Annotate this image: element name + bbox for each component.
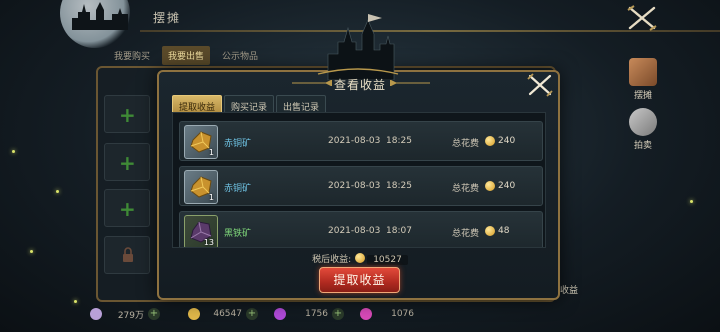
list-item[interactable]: 1 赤铜矿 2021-08-03 18:25 总花费 240 xyxy=(179,166,543,206)
earnings-side-label[interactable]: 收益 xyxy=(560,283,578,296)
tax-label: 税后收益: xyxy=(312,255,352,265)
currency-value: 1756 xyxy=(305,309,328,319)
tab-public-items[interactable]: 公示物品 xyxy=(216,46,264,65)
auction-icon xyxy=(629,108,657,136)
item-timestamp: 2021-08-03 18:25 xyxy=(328,136,412,146)
add-slot-button[interactable]: + xyxy=(104,189,150,227)
plus-icon: + xyxy=(119,197,136,221)
add-currency-button[interactable]: + xyxy=(148,308,160,320)
gold-coin-icon xyxy=(485,181,495,191)
add-slot-button[interactable]: + xyxy=(104,95,150,133)
dialog-close-icon[interactable] xyxy=(526,72,554,98)
earnings-list[interactable]: 1 赤铜矿 2021-08-03 18:25 总花费 240 1 赤铜矿 202… xyxy=(172,112,546,248)
currency-value: 46547 xyxy=(213,309,242,319)
diamond-icon xyxy=(90,308,102,320)
withdraw-earnings-button[interactable]: 提取收益 xyxy=(319,267,400,293)
currency-value: 279万 xyxy=(117,310,144,321)
add-slot-button[interactable]: + xyxy=(104,143,150,181)
item-name: 黑铁矿 xyxy=(224,229,252,239)
item-count: 13 xyxy=(203,238,214,247)
item-slot[interactable]: 13 xyxy=(184,215,218,247)
item-name: 赤铜矿 xyxy=(224,184,252,194)
plus-icon: + xyxy=(119,151,136,175)
after-tax-earnings: 税后收益: 10527 xyxy=(0,252,720,265)
gold-coin-icon xyxy=(485,226,495,236)
auction-button[interactable]: 拍卖 xyxy=(622,108,664,151)
sub-tab-bar: 我要购买 我要出售 公示物品 xyxy=(108,46,264,65)
cost-label: 总花费 xyxy=(452,139,480,149)
firefly-decoration xyxy=(12,150,15,153)
title-ornament-icon xyxy=(390,80,430,86)
gold-coin-icon xyxy=(355,253,366,263)
cost-value: 48 xyxy=(498,226,510,236)
item-count: 1 xyxy=(208,148,214,157)
purple-gem-icon xyxy=(274,308,286,320)
cost-value: 240 xyxy=(498,136,516,146)
cost-label: 总花费 xyxy=(452,229,480,239)
plus-icon: + xyxy=(119,103,136,127)
page-title: 摆摊 xyxy=(153,11,182,25)
list-item[interactable]: 1 赤铜矿 2021-08-03 18:25 总花费 240 xyxy=(179,121,543,161)
item-slot[interactable]: 1 xyxy=(184,125,218,159)
gold-coin-icon xyxy=(485,136,495,146)
dialog-title: 查看收益 xyxy=(333,78,386,92)
auction-label: 拍卖 xyxy=(633,141,652,151)
castle-crest-icon xyxy=(317,14,399,80)
list-item[interactable]: 13 黑铁矿 2021-08-03 18:07 总花费 48 xyxy=(179,211,543,247)
firefly-decoration xyxy=(74,300,77,303)
tab-buy[interactable]: 我要购买 xyxy=(108,46,156,65)
item-count: 1 xyxy=(208,193,214,202)
currency-value: 1076 xyxy=(391,309,414,319)
title-ornament-icon xyxy=(292,80,332,86)
item-slot[interactable]: 1 xyxy=(184,170,218,204)
item-name: 赤铜矿 xyxy=(224,139,252,149)
tab-sell[interactable]: 我要出售 xyxy=(162,46,211,65)
close-icon[interactable] xyxy=(626,4,658,32)
firefly-decoration xyxy=(690,200,693,203)
add-currency-button[interactable]: + xyxy=(246,308,258,320)
currency-bar: 279万 + 46547 + 1756 + 1076 xyxy=(90,304,510,324)
cost-label: 总花费 xyxy=(452,184,480,194)
item-timestamp: 2021-08-03 18:07 xyxy=(328,226,412,236)
tax-value: 10527 xyxy=(367,255,408,265)
castle-silhouette-icon xyxy=(72,2,128,30)
firefly-decoration xyxy=(56,190,59,193)
gold-coin-icon xyxy=(188,308,200,320)
pink-gem-icon xyxy=(360,308,372,320)
cost-value: 240 xyxy=(498,181,516,191)
item-timestamp: 2021-08-03 18:25 xyxy=(328,181,412,191)
add-currency-button[interactable]: + xyxy=(332,308,344,320)
